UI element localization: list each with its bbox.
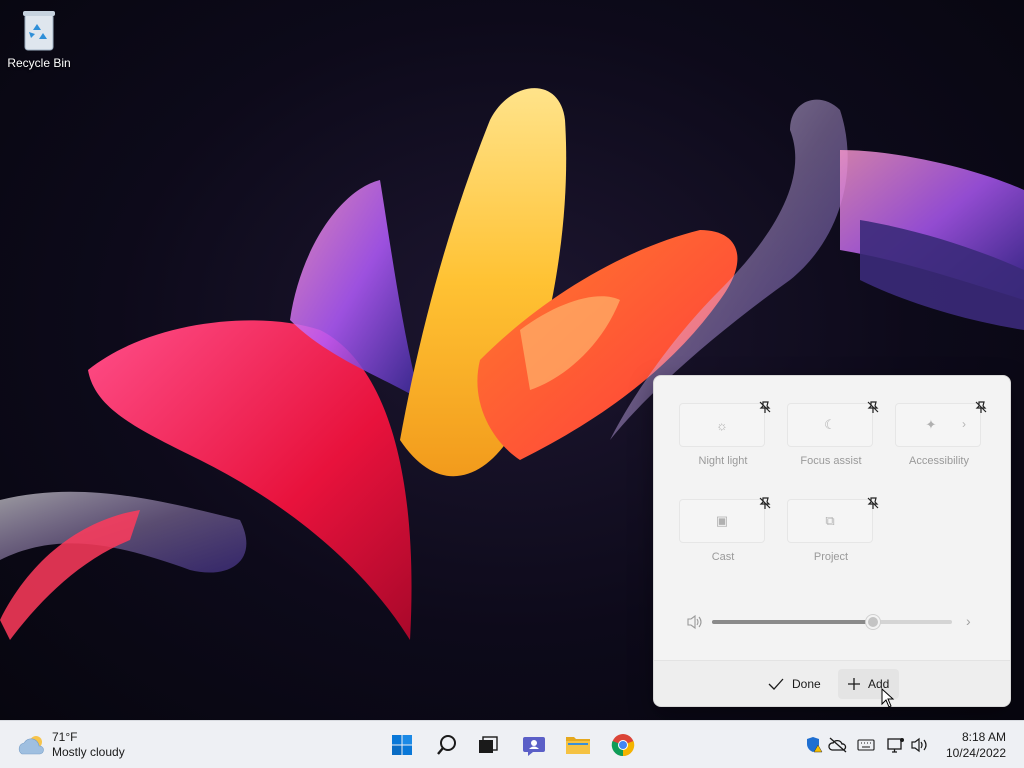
unpin-focus-assist-icon[interactable] bbox=[865, 399, 881, 415]
project-icon: ⧉ bbox=[825, 513, 835, 528]
file-explorer-button[interactable] bbox=[562, 729, 594, 761]
unpin-project-icon[interactable] bbox=[865, 495, 881, 511]
network-icon bbox=[887, 738, 904, 753]
windows-security-warning-icon bbox=[807, 737, 823, 753]
plus-icon bbox=[848, 678, 860, 690]
tile-night-light: ☼ Night light bbox=[679, 401, 771, 467]
audio-output-chevron-icon[interactable]: › bbox=[966, 613, 971, 629]
search-icon bbox=[437, 735, 456, 755]
input-indicator-button[interactable] bbox=[856, 735, 876, 755]
accessibility-label: Accessibility bbox=[909, 455, 969, 467]
cast-icon: ▣ bbox=[715, 513, 729, 528]
volume-tray-button[interactable] bbox=[910, 735, 930, 755]
clock-date: 10/24/2022 bbox=[945, 746, 1006, 760]
accessibility-icon: ✦ bbox=[925, 417, 937, 432]
weather-widget[interactable]: 71°F Mostly cloudy bbox=[16, 730, 125, 760]
moon-icon: ☾ bbox=[824, 417, 836, 432]
clock-time: 8:18 AM bbox=[961, 730, 1006, 744]
task-view-icon bbox=[479, 736, 498, 753]
tile-accessibility: ✦ › Accessibility bbox=[895, 401, 987, 467]
project-label: Project bbox=[813, 551, 849, 563]
focus-assist-button[interactable]: ☾ bbox=[787, 403, 873, 447]
chat-button[interactable] bbox=[518, 729, 550, 761]
speaker-icon[interactable] bbox=[686, 614, 704, 630]
chevron-right-icon: › bbox=[962, 417, 966, 431]
unpin-night-light-icon[interactable] bbox=[757, 399, 773, 415]
volume-icon bbox=[911, 737, 927, 753]
clock[interactable]: 8:18 AM 10/24/2022 bbox=[946, 729, 1006, 761]
night-light-button[interactable]: ☼ bbox=[679, 403, 765, 447]
unpin-cast-icon[interactable] bbox=[757, 495, 773, 511]
quick-settings-panel: ☼ Night light ☾ Focus assist ✦ › Accessi… bbox=[653, 375, 1011, 707]
tile-cast: ▣ Cast bbox=[679, 497, 771, 563]
tile-project: ⧉ Project bbox=[787, 497, 879, 563]
network-button[interactable] bbox=[886, 735, 906, 755]
project-button[interactable]: ⧉ bbox=[787, 499, 873, 543]
onedrive-offline-icon bbox=[828, 737, 847, 753]
cast-button[interactable]: ▣ bbox=[679, 499, 765, 543]
focus-assist-label: Focus assist bbox=[800, 455, 862, 467]
weather-condition: Mostly cloudy bbox=[52, 745, 125, 759]
onedrive-button[interactable] bbox=[828, 735, 848, 755]
night-light-label: Night light bbox=[698, 455, 748, 467]
mouse-cursor-icon bbox=[881, 688, 895, 708]
taskbar: 71°F Mostly cloudy 8:18 AM 10/24/2022 bbox=[0, 720, 1024, 768]
volume-row: › bbox=[686, 613, 986, 630]
accessibility-button[interactable]: ✦ › bbox=[895, 403, 981, 447]
cast-label: Cast bbox=[711, 551, 735, 563]
quick-settings-footer: Done Add bbox=[654, 660, 1010, 706]
teams-chat-icon bbox=[523, 737, 545, 756]
cloud-sun-icon bbox=[18, 736, 44, 755]
chrome-icon bbox=[611, 734, 635, 757]
unpin-accessibility-icon[interactable] bbox=[973, 399, 989, 415]
windows-security-button[interactable] bbox=[804, 735, 824, 755]
start-button[interactable] bbox=[386, 729, 418, 761]
desktop-icon-recycle-bin[interactable]: Recycle Bin bbox=[4, 6, 74, 76]
weather-temperature: 71°F bbox=[52, 730, 78, 744]
sun-icon: ☼ bbox=[716, 417, 728, 433]
windows-logo-icon bbox=[392, 735, 412, 755]
checkmark-icon bbox=[768, 678, 784, 690]
done-button[interactable]: Done bbox=[758, 669, 831, 699]
recycle-bin-icon bbox=[23, 11, 55, 51]
chrome-button[interactable] bbox=[607, 729, 639, 761]
task-view-button[interactable] bbox=[472, 729, 504, 761]
volume-slider-fill bbox=[712, 620, 873, 624]
search-button[interactable] bbox=[431, 729, 463, 761]
keyboard-icon bbox=[857, 739, 875, 751]
recycle-bin-label: Recycle Bin bbox=[7, 56, 71, 70]
tile-focus-assist: ☾ Focus assist bbox=[787, 401, 879, 467]
volume-slider-thumb[interactable] bbox=[865, 615, 880, 629]
volume-slider[interactable] bbox=[712, 615, 952, 629]
done-label: Done bbox=[792, 677, 821, 691]
folder-icon bbox=[566, 737, 590, 754]
